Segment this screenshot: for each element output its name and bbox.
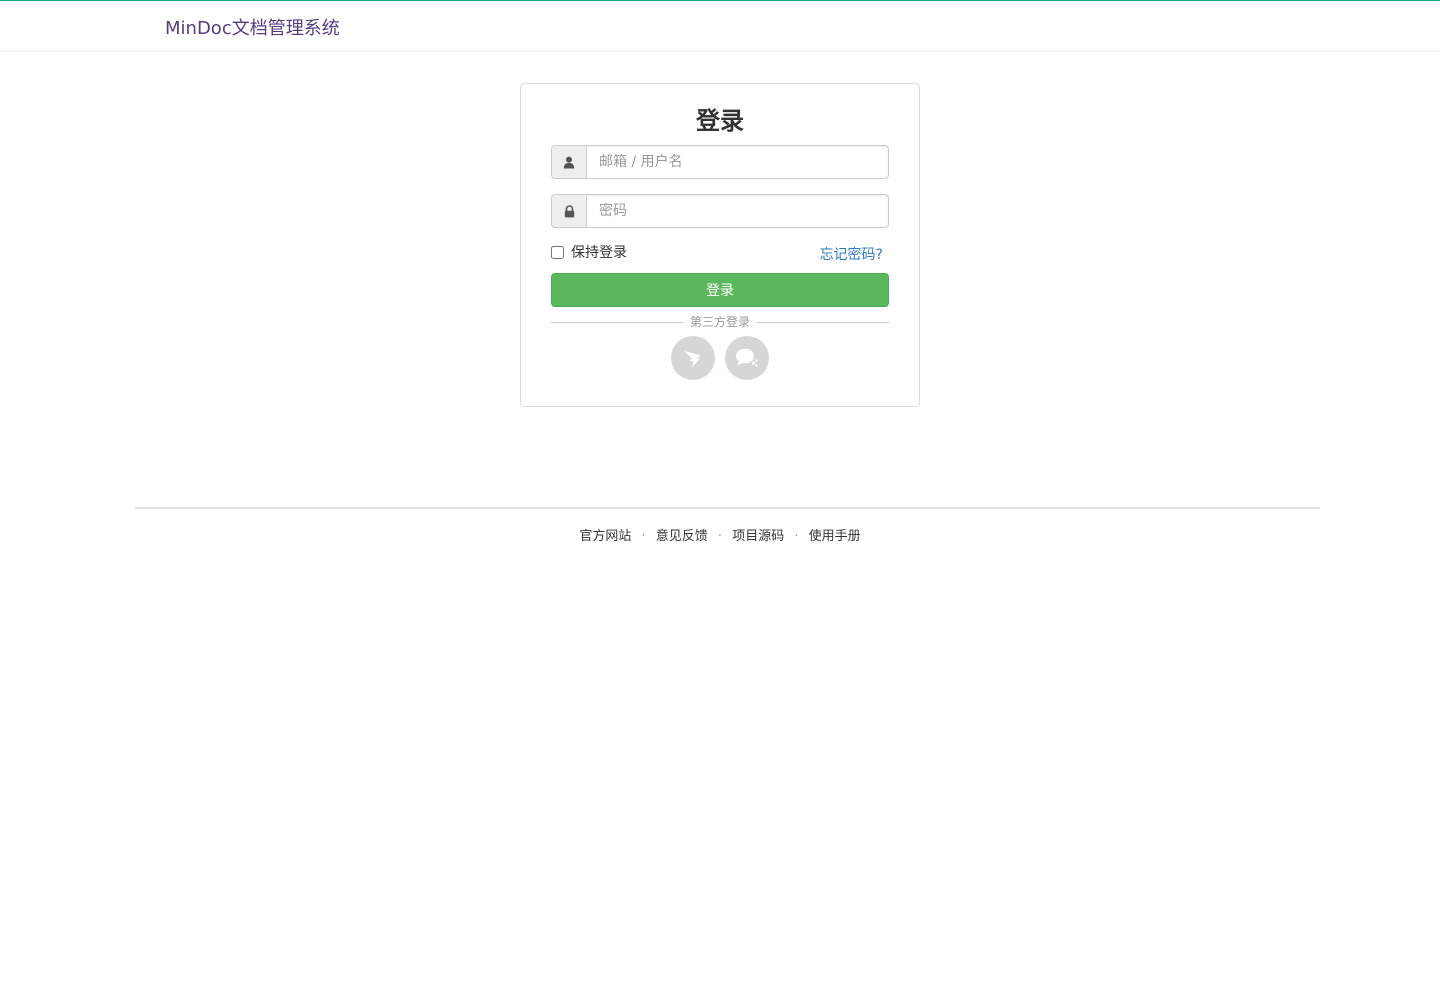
options-row: 保持登录 忘记密码? (551, 242, 889, 264)
user-icon (551, 145, 586, 179)
footer-link-official-site[interactable]: 官方网站 (579, 529, 631, 544)
oauth-buttons (671, 336, 779, 380)
footer-separator: · (641, 529, 646, 544)
remember-checkbox[interactable] (551, 245, 564, 259)
password-group (551, 194, 889, 228)
password-input[interactable] (586, 194, 889, 228)
dingtalk-icon (684, 351, 701, 368)
footer-separator: · (717, 529, 723, 544)
footer-divider (135, 507, 1320, 509)
username-group (551, 145, 889, 179)
footer-link-source[interactable]: 项目源码 (732, 529, 784, 544)
top-navbar: MinDoc文档管理系统 (0, 0, 1440, 50)
third-party-label: 第三方登录 (689, 315, 750, 329)
wechat-work-login-button[interactable] (725, 336, 769, 380)
footer-link-feedback[interactable]: 意见反馈 (656, 529, 708, 544)
wechat-work-icon (736, 348, 758, 367)
footer-link-manual[interactable]: 使用手册 (809, 529, 861, 544)
login-title: 登录 (696, 107, 744, 135)
login-button[interactable]: 登录 (551, 273, 889, 307)
brand-link[interactable]: MinDoc文档管理系统 (165, 14, 340, 40)
forgot-password-link[interactable]: 忘记密码? (820, 244, 883, 264)
footer-separator: · (794, 529, 799, 544)
username-input[interactable] (586, 145, 889, 179)
lock-icon (551, 194, 586, 228)
login-panel: 登录 保持登录 忘记密码? 登录 第三方登录 (520, 83, 920, 407)
footer-links: 官方网站 · 意见反馈 · 项目源码 · 使用手册 (0, 527, 1440, 547)
dingtalk-login-button[interactable] (671, 336, 715, 380)
remember-label: 保持登录 (571, 245, 627, 261)
remember-me[interactable]: 保持登录 (551, 242, 627, 262)
third-party-divider: 第三方登录 (551, 314, 889, 330)
